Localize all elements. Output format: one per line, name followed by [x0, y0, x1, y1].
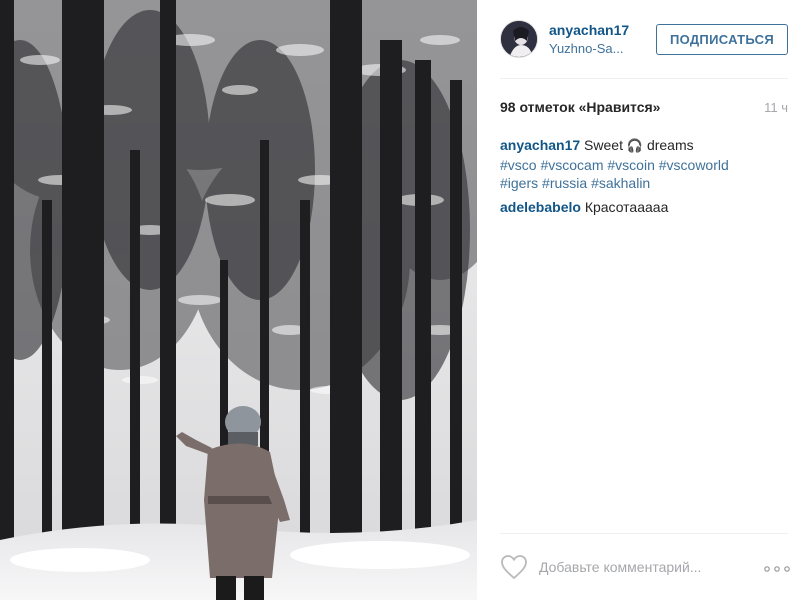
- avatar[interactable]: [500, 20, 538, 58]
- post-timestamp[interactable]: 11 ч: [764, 100, 788, 115]
- comment-text: Красотааааа: [584, 199, 669, 215]
- hashtag-link[interactable]: #igers: [500, 175, 538, 191]
- comment-input[interactable]: Добавьте комментарий...: [539, 559, 701, 575]
- comment-bar: Добавьте комментарий...: [477, 542, 811, 592]
- headphones-emoji: 🎧: [626, 138, 644, 153]
- footer-divider: [500, 533, 788, 534]
- caption-text-before: Sweet: [580, 137, 627, 153]
- comment-item: adelebabelo Красотааааа: [500, 198, 790, 217]
- caption-username[interactable]: anyachan17: [500, 137, 580, 153]
- comment-username[interactable]: adelebabelo: [500, 199, 581, 215]
- location-link[interactable]: Yuzhno-Sa...: [549, 41, 623, 56]
- follow-button[interactable]: ПОДПИСАТЬСЯ: [656, 24, 788, 55]
- hashtag-link[interactable]: #vscoworld: [659, 157, 729, 173]
- heart-outline-icon[interactable]: [500, 554, 528, 580]
- header-divider: [500, 78, 788, 79]
- post-caption: anyachan17 Sweet 🎧 dreams #vsco #vscocam…: [500, 136, 790, 193]
- hashtag-link[interactable]: #vsco: [500, 157, 537, 173]
- hashtag-link[interactable]: #vscocam: [540, 157, 603, 173]
- post-photo[interactable]: [0, 0, 477, 600]
- username-link[interactable]: anyachan17: [549, 22, 629, 38]
- hashtag-link[interactable]: #sakhalin: [591, 175, 650, 191]
- hashtag-link[interactable]: #russia: [542, 175, 587, 191]
- likes-count[interactable]: 98 отметок «Нравится»: [500, 99, 660, 115]
- winter-forest-photo: [0, 0, 477, 600]
- ellipsis-icon[interactable]: [764, 566, 790, 572]
- avatar-image: [501, 21, 537, 57]
- post-header: anyachan17 Yuzhno-Sa... ПОДПИСАТЬСЯ: [477, 0, 811, 78]
- caption-text-after: dreams: [643, 137, 694, 153]
- hashtag-link[interactable]: #vscoin: [607, 157, 654, 173]
- post-side-panel: anyachan17 Yuzhno-Sa... ПОДПИСАТЬСЯ 98 о…: [477, 0, 811, 600]
